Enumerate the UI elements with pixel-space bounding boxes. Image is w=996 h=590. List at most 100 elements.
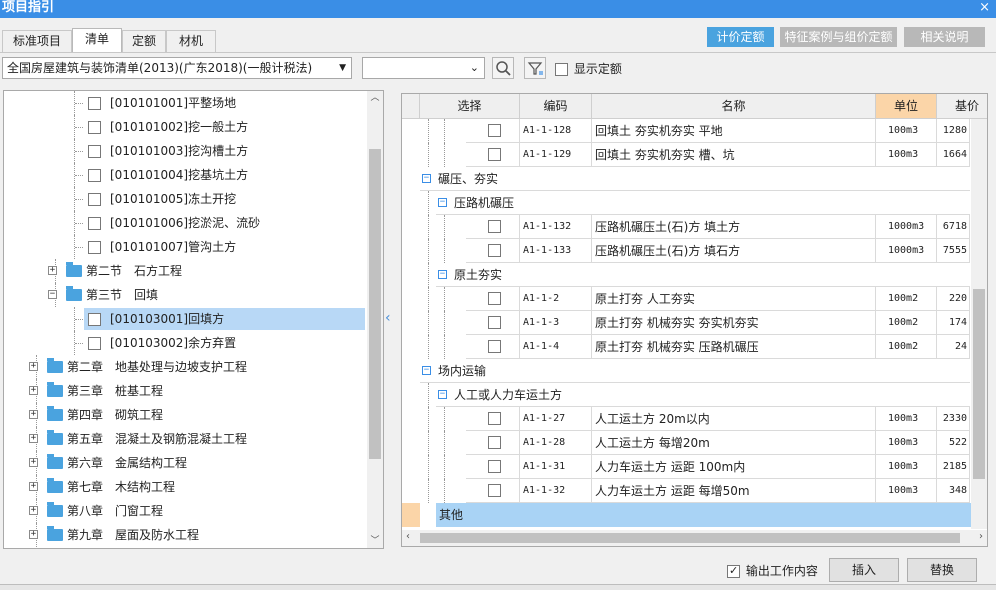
select-cell[interactable] xyxy=(466,455,520,479)
select-cell[interactable] xyxy=(466,239,520,263)
tree-vertical-scrollbar[interactable]: ︿ ﹀ xyxy=(367,91,383,548)
tree-item-checkbox[interactable] xyxy=(88,97,101,110)
show-quota-checkbox[interactable] xyxy=(555,63,568,76)
select-cell[interactable] xyxy=(466,119,520,143)
tree-folder[interactable]: + 第九章 屋面及防水工程 xyxy=(4,523,366,547)
tree-item-checkbox[interactable] xyxy=(88,313,101,326)
tree-item-checkbox[interactable] xyxy=(88,121,101,134)
select-cell[interactable] xyxy=(466,215,520,239)
table-other-row[interactable]: 其他 xyxy=(402,503,987,527)
insert-button[interactable]: 插入 xyxy=(829,558,899,582)
table-row[interactable]: A1-1-27 人工运土方 20m以内 100m3 2330 xyxy=(402,407,987,431)
tree-item[interactable]: [010101004]挖基坑土方 xyxy=(4,163,366,187)
tree-folder[interactable]: + 第七章 木结构工程 xyxy=(4,475,366,499)
tab-materials[interactable]: 材机 xyxy=(166,30,216,52)
tree-item-checkbox[interactable] xyxy=(88,337,101,350)
feature-case-button[interactable]: 特征案例与组价定额 xyxy=(780,27,897,47)
collapse-icon[interactable]: − xyxy=(438,198,447,207)
select-cell[interactable] xyxy=(466,479,520,503)
table-row[interactable]: A1-1-28 人工运土方 每增20m 100m3 522 xyxy=(402,431,987,455)
table-horizontal-scrollbar[interactable]: ‹ › xyxy=(402,530,987,546)
scroll-thumb[interactable] xyxy=(369,149,381,459)
expand-icon[interactable]: + xyxy=(29,530,38,539)
expand-icon[interactable]: + xyxy=(29,362,38,371)
scroll-thumb[interactable] xyxy=(420,533,960,543)
expand-icon[interactable]: + xyxy=(29,410,38,419)
search-button[interactable] xyxy=(492,57,514,79)
replace-button[interactable]: 替换 xyxy=(907,558,977,582)
select-cell[interactable] xyxy=(466,335,520,359)
tree-item-checkbox[interactable] xyxy=(88,169,101,182)
table-row[interactable]: A1-1-2 原土打夯 人工夯实 100m2 220 xyxy=(402,287,987,311)
row-checkbox[interactable] xyxy=(488,412,501,425)
tree-item[interactable]: [010101007]管沟土方 xyxy=(4,235,366,259)
tree-folder[interactable]: + 第二节 石方工程 xyxy=(4,259,366,283)
table-group-row[interactable]: − 人工或人力车运土方 xyxy=(402,383,987,407)
tree-folder[interactable]: + 第八章 门窗工程 xyxy=(4,499,366,523)
output-work-content-checkbox[interactable] xyxy=(727,563,740,579)
tree-folder[interactable]: + 第五章 混凝土及钢筋混凝土工程 xyxy=(4,427,366,451)
collapse-icon[interactable]: − xyxy=(438,270,447,279)
tree-item-checkbox[interactable] xyxy=(88,145,101,158)
select-cell[interactable] xyxy=(466,407,520,431)
row-checkbox[interactable] xyxy=(488,340,501,353)
scroll-up-icon[interactable]: ︿ xyxy=(367,91,383,105)
scroll-thumb[interactable] xyxy=(973,289,985,479)
tree-item-checkbox[interactable] xyxy=(88,241,101,254)
close-icon[interactable]: × xyxy=(979,0,990,16)
tree-item[interactable]: [010101001]平整场地 xyxy=(4,91,366,115)
expand-icon[interactable]: + xyxy=(29,434,38,443)
col-header-code[interactable]: 编码 xyxy=(520,94,592,119)
library-select[interactable]: 全国房屋建筑与装饰清单(2013)(广东2018)(一般计税法) ▼ xyxy=(2,57,352,79)
collapse-icon[interactable]: − xyxy=(422,366,431,375)
expand-icon[interactable]: + xyxy=(48,266,57,275)
expand-icon[interactable]: + xyxy=(29,386,38,395)
select-cell[interactable] xyxy=(466,287,520,311)
table-row[interactable]: A1-1-128 回填土 夯实机夯实 平地 100m3 1280 xyxy=(402,119,987,143)
row-checkbox[interactable] xyxy=(488,460,501,473)
tree-folder[interactable]: + 第三章 桩基工程 xyxy=(4,379,366,403)
table-group-row[interactable]: − 压路机碾压 xyxy=(402,191,987,215)
select-cell[interactable] xyxy=(466,143,520,167)
col-header-unit[interactable]: 单位 xyxy=(876,94,937,119)
table-row[interactable]: A1-1-3 原土打夯 机械夯实 夯实机夯实 100m2 174 xyxy=(402,311,987,335)
tree-item[interactable]: [010103001]回填方 xyxy=(4,307,366,331)
row-checkbox[interactable] xyxy=(488,436,501,449)
scroll-right-icon[interactable]: › xyxy=(979,531,983,542)
tree-folder[interactable]: + 第四章 砌筑工程 xyxy=(4,403,366,427)
tree-item[interactable]: [010101002]挖一般土方 xyxy=(4,115,366,139)
tree-folder[interactable]: + 第二章 地基处理与边坡支护工程 xyxy=(4,355,366,379)
pricing-quota-button[interactable]: 计价定额 xyxy=(707,27,774,47)
collapse-icon[interactable]: − xyxy=(48,290,57,299)
table-row[interactable]: A1-1-4 原土打夯 机械夯实 压路机碾压 100m2 24 xyxy=(402,335,987,359)
scroll-down-icon[interactable]: ﹀ xyxy=(367,534,383,548)
row-checkbox[interactable] xyxy=(488,292,501,305)
tab-bill[interactable]: 清单 xyxy=(72,28,122,53)
row-checkbox[interactable] xyxy=(488,484,501,497)
panel-splitter[interactable]: ‹ xyxy=(384,90,398,549)
tree-item[interactable]: [010103002]余方弃置 xyxy=(4,331,366,355)
table-row[interactable]: A1-1-129 回填土 夯实机夯实 槽、坑 100m3 1664 xyxy=(402,143,987,167)
table-group-row[interactable]: − 碾压、夯实 xyxy=(402,167,987,191)
row-checkbox[interactable] xyxy=(488,148,501,161)
tree-item-checkbox[interactable] xyxy=(88,217,101,230)
table-vertical-scrollbar[interactable] xyxy=(971,119,987,529)
row-checkbox[interactable] xyxy=(488,220,501,233)
tree-item-checkbox[interactable] xyxy=(88,193,101,206)
expand-icon[interactable]: + xyxy=(29,482,38,491)
scroll-left-icon[interactable]: ‹ xyxy=(406,531,410,542)
collapse-icon[interactable]: − xyxy=(438,390,447,399)
tree-item[interactable]: [010101006]挖淤泥、流砂 xyxy=(4,211,366,235)
output-work-content-toggle[interactable]: 输出工作内容 xyxy=(727,563,818,579)
table-row[interactable]: A1-1-32 人力车运土方 运距 每增50m 100m3 348 xyxy=(402,479,987,503)
collapse-left-icon[interactable]: ‹ xyxy=(385,310,391,326)
col-header-name[interactable]: 名称 xyxy=(592,94,876,119)
related-notes-button[interactable]: 相关说明 xyxy=(904,27,985,47)
table-row[interactable]: A1-1-31 人力车运土方 运距 100m内 100m3 2185 xyxy=(402,455,987,479)
row-checkbox[interactable] xyxy=(488,244,501,257)
table-row[interactable]: A1-1-133 压路机碾压土(石)方 填石方 1000m3 7555 xyxy=(402,239,987,263)
collapse-icon[interactable]: − xyxy=(422,174,431,183)
table-row[interactable]: A1-1-132 压路机碾压土(石)方 填土方 1000m3 6718 xyxy=(402,215,987,239)
col-header-base-price[interactable]: 基价 xyxy=(937,94,987,119)
expand-icon[interactable]: + xyxy=(29,458,38,467)
